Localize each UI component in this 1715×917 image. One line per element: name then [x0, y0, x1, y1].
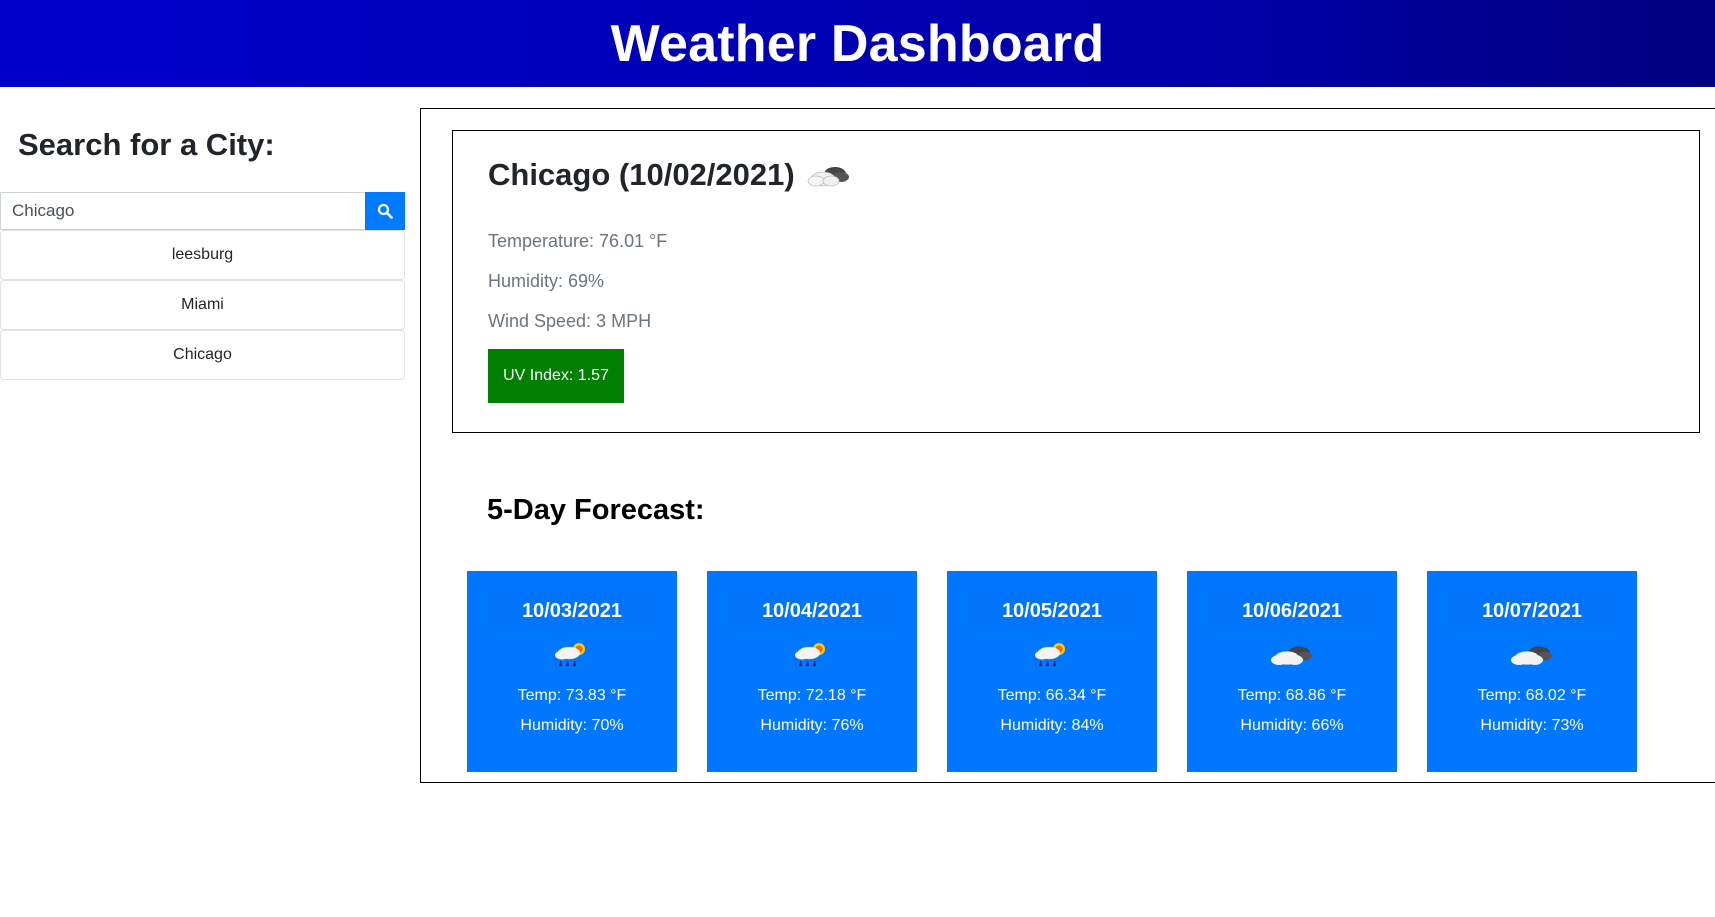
search-history-list: leesburg Miami Chicago [0, 230, 405, 380]
forecast-date-wrap: 10/06/2021 [1208, 591, 1376, 631]
forecast-heading: 5-Day Forecast: [487, 494, 705, 526]
search-group [0, 192, 405, 230]
forecast-temp: Temp: 66.34 °F [997, 687, 1107, 704]
current-city-title: Chicago (10/02/2021) [488, 157, 851, 193]
partly-cloudy-icon [795, 160, 851, 190]
history-item-leesburg[interactable]: leesburg [0, 230, 405, 280]
forecast-date-wrap: 10/05/2021 [968, 591, 1136, 631]
forecast-humidity: Humidity: 84% [1000, 717, 1104, 734]
current-weather-card: Chicago (10/02/2021) Temperature: 76.01 … [452, 130, 1700, 433]
rain-sun-icon [707, 639, 917, 671]
forecast-card: 10/03/2021 Temp: 73.83 °F Humidity: 70% [467, 571, 677, 772]
history-item-miami[interactable]: Miami [0, 280, 405, 330]
forecast-date-wrap: 10/03/2021 [488, 591, 656, 631]
forecast-humidity: Humidity: 76% [760, 717, 864, 734]
forecast-temp: Temp: 68.02 °F [1477, 687, 1587, 704]
city-date-label: Chicago (10/02/2021) [488, 157, 795, 192]
forecast-date-wrap: 10/07/2021 [1448, 591, 1616, 631]
forecast-humidity: Humidity: 70% [520, 717, 624, 734]
rain-sun-icon [947, 639, 1157, 671]
cloudy-icon [1427, 639, 1637, 671]
forecast-date: 10/06/2021 [1241, 599, 1343, 622]
current-temperature: Temperature: 76.01 °F [488, 231, 668, 251]
forecast-temp: Temp: 73.83 °F [517, 687, 627, 704]
forecast-date: 10/05/2021 [1001, 599, 1103, 622]
forecast-date: 10/03/2021 [521, 599, 623, 622]
current-humidity: Humidity: 69% [488, 271, 605, 291]
forecast-date: 10/04/2021 [761, 599, 863, 622]
cloudy-icon [1187, 639, 1397, 671]
forecast-humidity: Humidity: 73% [1480, 717, 1584, 734]
search-heading: Search for a City: [18, 127, 275, 162]
forecast-card: 10/04/2021 Temp: 72.18 °F Humidity: 76% [707, 571, 917, 772]
forecast-temp: Temp: 72.18 °F [757, 687, 867, 704]
history-item-chicago[interactable]: Chicago [0, 330, 405, 380]
current-wind-speed: Wind Speed: 3 MPH [488, 311, 652, 331]
forecast-card: 10/06/2021 Temp: 68.86 °F Humidity: 66% [1187, 571, 1397, 772]
main-panel: Chicago (10/02/2021) Temperature: 76.01 … [420, 108, 1715, 783]
search-button[interactable] [365, 192, 405, 230]
uv-index-badge: UV Index: 1.57 [488, 349, 624, 403]
city-search-input[interactable] [0, 192, 365, 230]
app-title: Weather Dashboard [610, 14, 1105, 73]
search-icon [377, 203, 393, 219]
forecast-temp: Temp: 68.86 °F [1237, 687, 1347, 704]
page: Weather Dashboard Search for a City: lee… [0, 0, 1715, 917]
forecast-date: 10/07/2021 [1481, 599, 1583, 622]
forecast-card: 10/07/2021 Temp: 68.02 °F Humidity: 73% [1427, 571, 1637, 772]
forecast-humidity: Humidity: 66% [1240, 717, 1344, 734]
forecast-date-wrap: 10/04/2021 [728, 591, 896, 631]
app-header: Weather Dashboard [0, 0, 1715, 87]
forecast-card: 10/05/2021 Temp: 66.34 °F Humidity: 84% [947, 571, 1157, 772]
rain-sun-icon [467, 639, 677, 671]
